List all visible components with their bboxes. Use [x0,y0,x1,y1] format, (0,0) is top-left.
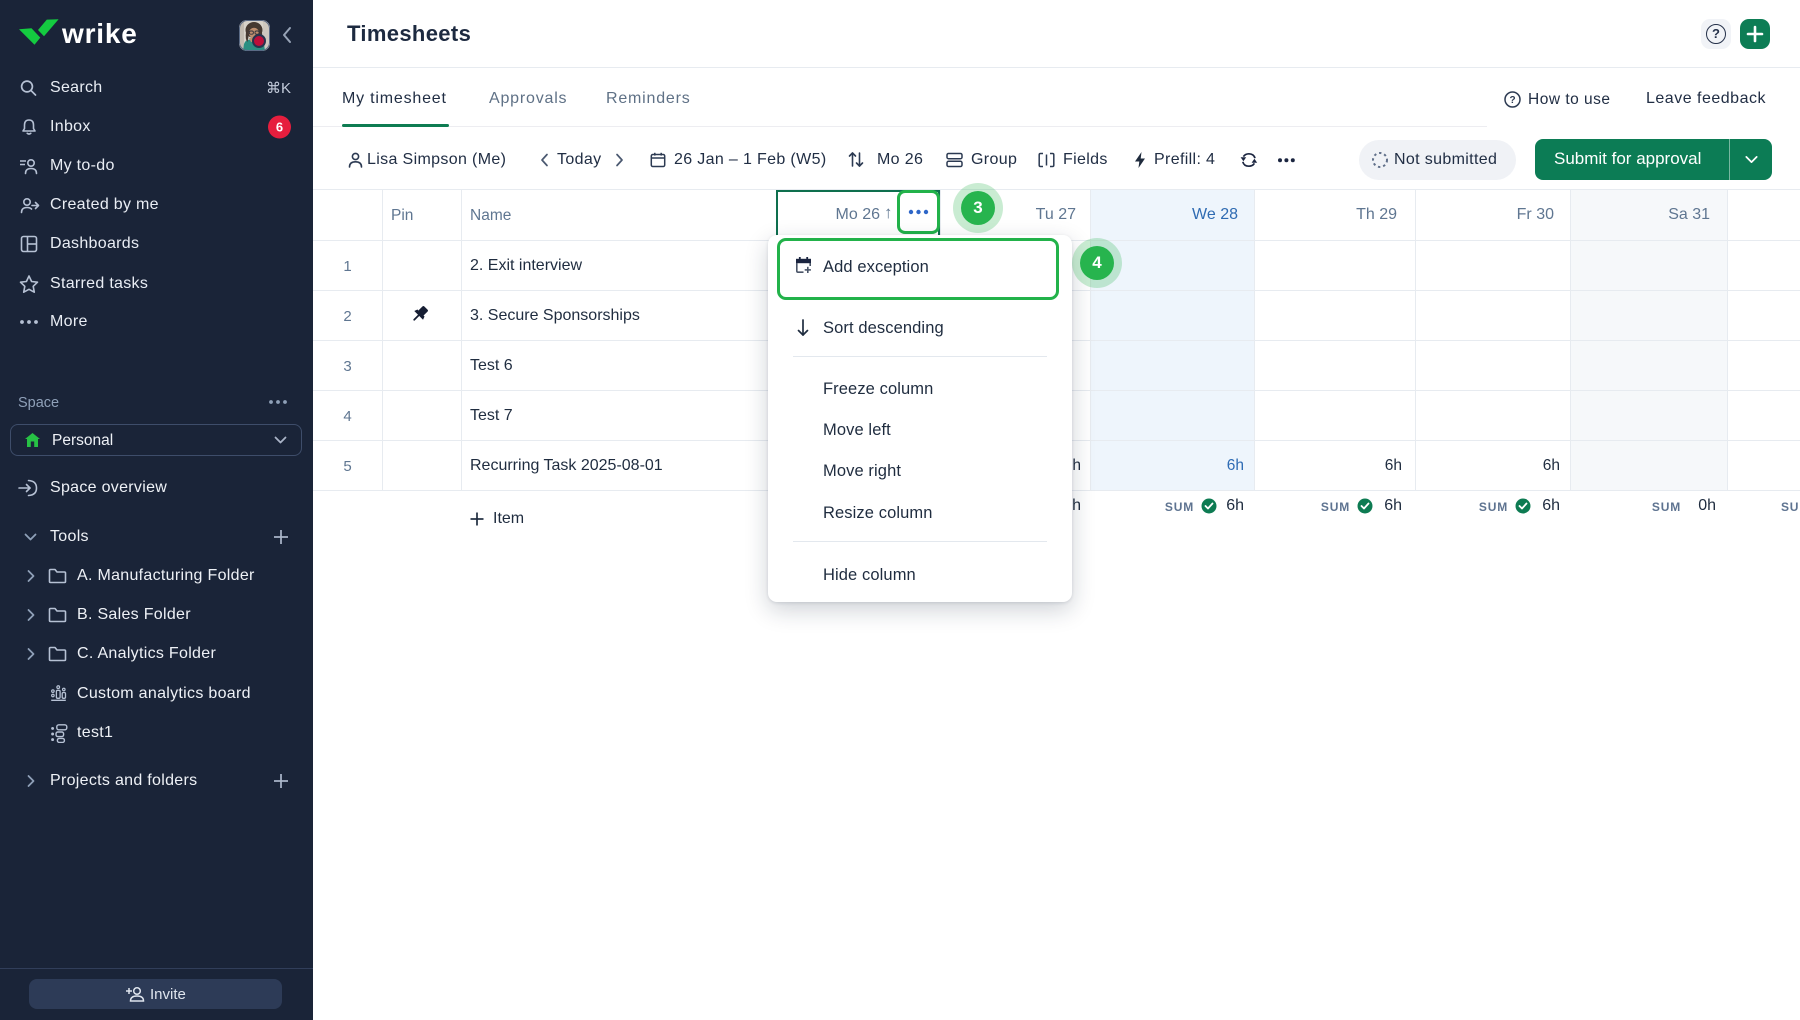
svg-text:?: ? [1509,95,1515,106]
